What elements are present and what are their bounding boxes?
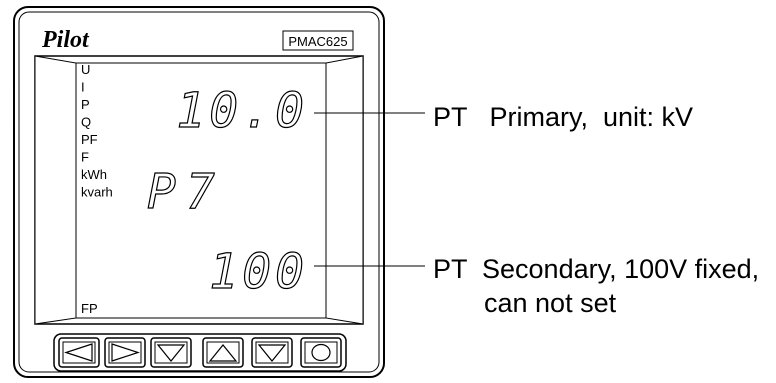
indicator-pf: PF [81, 132, 98, 147]
annotation-pt-secondary: PT Secondary, 100V fixed, [433, 254, 759, 284]
brand-logo: Pilot [41, 27, 90, 53]
down-arrow-button-2[interactable] [251, 337, 293, 368]
indicator-q: Q [81, 115, 91, 130]
display-right-bevel [325, 55, 364, 325]
indicator-p: P [81, 97, 90, 112]
indicator-f: F [81, 150, 89, 165]
indicator-u: U [81, 62, 90, 77]
display-row-2: P7 [147, 164, 225, 220]
display-row-1: 10.0 [176, 83, 308, 139]
indicator-kwh: kWh [81, 167, 107, 182]
model-label: PMAC625 [288, 34, 347, 49]
display-left-bevel [34, 55, 77, 325]
annotation-pt-primary: PT Primary, unit: kV [433, 102, 693, 132]
display-row-3: 100 [209, 244, 308, 300]
circle-button[interactable] [300, 337, 342, 368]
annotation-pt-secondary-note: can not set [484, 288, 617, 318]
fp-indicator: FP [81, 301, 98, 316]
up-arrow-button[interactable] [202, 337, 244, 368]
right-arrow-button[interactable] [104, 337, 146, 368]
down-arrow-button[interactable] [150, 337, 192, 368]
indicator-i: I [81, 80, 85, 95]
indicator-kvarh: kvarh [81, 185, 113, 200]
left-arrow-button[interactable] [58, 337, 100, 368]
